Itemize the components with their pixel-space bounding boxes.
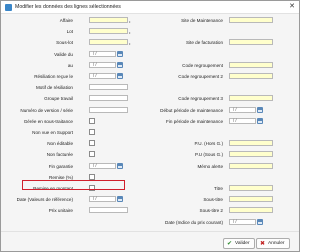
close-icon[interactable]: ✕	[287, 2, 297, 12]
calendar-icon[interactable]	[117, 61, 123, 68]
sous-lot-label: Sous-lot	[56, 40, 73, 46]
non-editable-checkbox[interactable]	[89, 140, 95, 147]
highlight-box	[22, 180, 125, 190]
affaire-required-mark: •	[129, 19, 131, 24]
site-de-facturation-label: Site de facturation	[185, 40, 223, 46]
memo-alerte-label: Mémo alerte	[197, 163, 223, 169]
date-indice-du-prix-courant-date-input[interactable]: / /	[229, 218, 256, 225]
non-facturee-checkbox[interactable]	[89, 151, 95, 158]
non-editable-label: Non éditable	[47, 141, 73, 147]
prix-unitaire-label: Prix unitaire	[48, 208, 73, 214]
sous-titre-2-label: Sous-titre 2	[199, 208, 224, 214]
cancel-icon: ✖	[260, 241, 266, 247]
debut-periode-de-maintenance-label: Début période de maintenance	[160, 107, 223, 113]
memo-alerte-input[interactable]	[229, 162, 273, 169]
site-de-facturation-input[interactable]	[229, 39, 273, 46]
calendar-icon[interactable]	[257, 106, 263, 113]
sous-lot-required-mark: •	[129, 41, 131, 47]
non-facturee-label: Non facturée	[46, 152, 73, 158]
lot-required-mark: •	[129, 30, 131, 36]
resiliation-recue-le-label: Résiliation reçue le	[34, 74, 73, 79]
date-valeurs-de-reference-date-input[interactable]: / /	[89, 196, 116, 203]
p-u-sous-g-label: P.U (Sous G.)	[195, 152, 223, 158]
code-regroupement-label: Code regroupement	[182, 62, 223, 68]
non-vue-en-support-checkbox[interactable]	[89, 129, 95, 135]
code-regroupement-3-label: Code regroupement 3	[178, 96, 223, 102]
code-regroupement-2-label: Code regroupement 2	[178, 74, 223, 79]
au-label: au	[67, 62, 73, 68]
dialog-window: Modifier les données des lignes sélectio…	[0, 0, 300, 252]
titre-input[interactable]	[229, 185, 273, 191]
au-date-input[interactable]: / /	[89, 61, 116, 68]
code-regroupement-2-input[interactable]	[229, 73, 273, 79]
sous-titre-input[interactable]	[229, 196, 273, 203]
validate-button[interactable]: ✔ Valider	[223, 238, 255, 249]
fin-garantie-date-input[interactable]: / /	[89, 162, 116, 169]
date-valeurs-de-reference-label: Date (Valeurs de référence)	[16, 197, 73, 203]
geree-en-sous-traitance-label: Gérée en sous-traitance	[23, 118, 73, 124]
calendar-icon[interactable]	[117, 73, 123, 79]
lot-input[interactable]	[89, 28, 128, 35]
motif-de-resiliation-label: Motif de résiliation	[35, 85, 73, 91]
validate-label: Valider	[235, 241, 250, 246]
numero-de-version-serie-input[interactable]	[89, 106, 128, 113]
groupe-travail-input[interactable]	[89, 95, 128, 102]
app-icon	[5, 4, 12, 11]
site-de-maintenance-label: Site de Maintenance	[181, 18, 223, 23]
valide-du-label: Valide du	[54, 51, 73, 57]
fin-periode-de-maintenance-date-input[interactable]: / /	[229, 117, 256, 124]
remise-checkbox[interactable]	[89, 173, 95, 180]
sous-titre-2-input[interactable]	[229, 207, 273, 214]
debut-periode-de-maintenance-date-input[interactable]: / /	[229, 106, 256, 113]
non-vue-en-support-label: Non vue en Support	[32, 130, 73, 135]
code-regroupement-input[interactable]	[229, 61, 273, 68]
motif-de-resiliation-input[interactable]	[89, 84, 128, 91]
code-regroupement-3-input[interactable]	[229, 95, 273, 102]
date-indice-du-prix-courant-label: Date (Indice du prix courant)	[165, 219, 223, 225]
cancel-label: Annuler	[268, 241, 285, 246]
dialog-footer: ✔ Valider ✖ Annuler	[1, 231, 299, 251]
p-u-sous-g-input[interactable]	[229, 151, 273, 158]
fin-garantie-label: Fin garantie	[48, 163, 73, 169]
titre-label: Titre	[213, 186, 223, 191]
p-u-hors-g-input[interactable]	[229, 140, 273, 147]
lot-label: Lot	[66, 29, 73, 35]
calendar-icon[interactable]	[257, 218, 263, 225]
check-icon: ✔	[227, 241, 233, 247]
dialog-title: Modifier les données des lignes sélectio…	[15, 4, 121, 10]
valide-du-date-input[interactable]: / /	[89, 50, 116, 57]
p-u-hors-g-label: P.U. (Hors G.)	[194, 141, 223, 147]
resiliation-recue-le-date-input[interactable]: / /	[89, 73, 116, 79]
fin-periode-de-maintenance-label: Fin période de maintenance	[166, 118, 223, 124]
calendar-icon[interactable]	[117, 50, 123, 57]
calendar-icon[interactable]	[117, 196, 123, 203]
cancel-button[interactable]: ✖ Annuler	[256, 238, 290, 249]
prix-unitaire-input[interactable]	[89, 207, 128, 214]
calendar-icon[interactable]	[117, 162, 123, 169]
affaire-label: Affaire	[59, 18, 73, 23]
sous-lot-input[interactable]	[89, 39, 128, 46]
groupe-travail-label: Groupe travail	[44, 96, 73, 102]
geree-en-sous-traitance-checkbox[interactable]	[89, 117, 95, 124]
site-de-maintenance-input[interactable]	[229, 17, 273, 23]
sous-titre-label: Sous-titre	[203, 197, 223, 203]
form-area: Affaire • Lot • Sous-lot • Valide du / / au / / Ré…	[5, 17, 295, 227]
numero-de-version-serie-label: Numéro de version / série	[20, 107, 73, 113]
calendar-icon[interactable]	[257, 117, 263, 124]
affaire-input[interactable]	[89, 17, 128, 23]
title-bar: Modifier les données des lignes sélectio…	[1, 1, 299, 14]
